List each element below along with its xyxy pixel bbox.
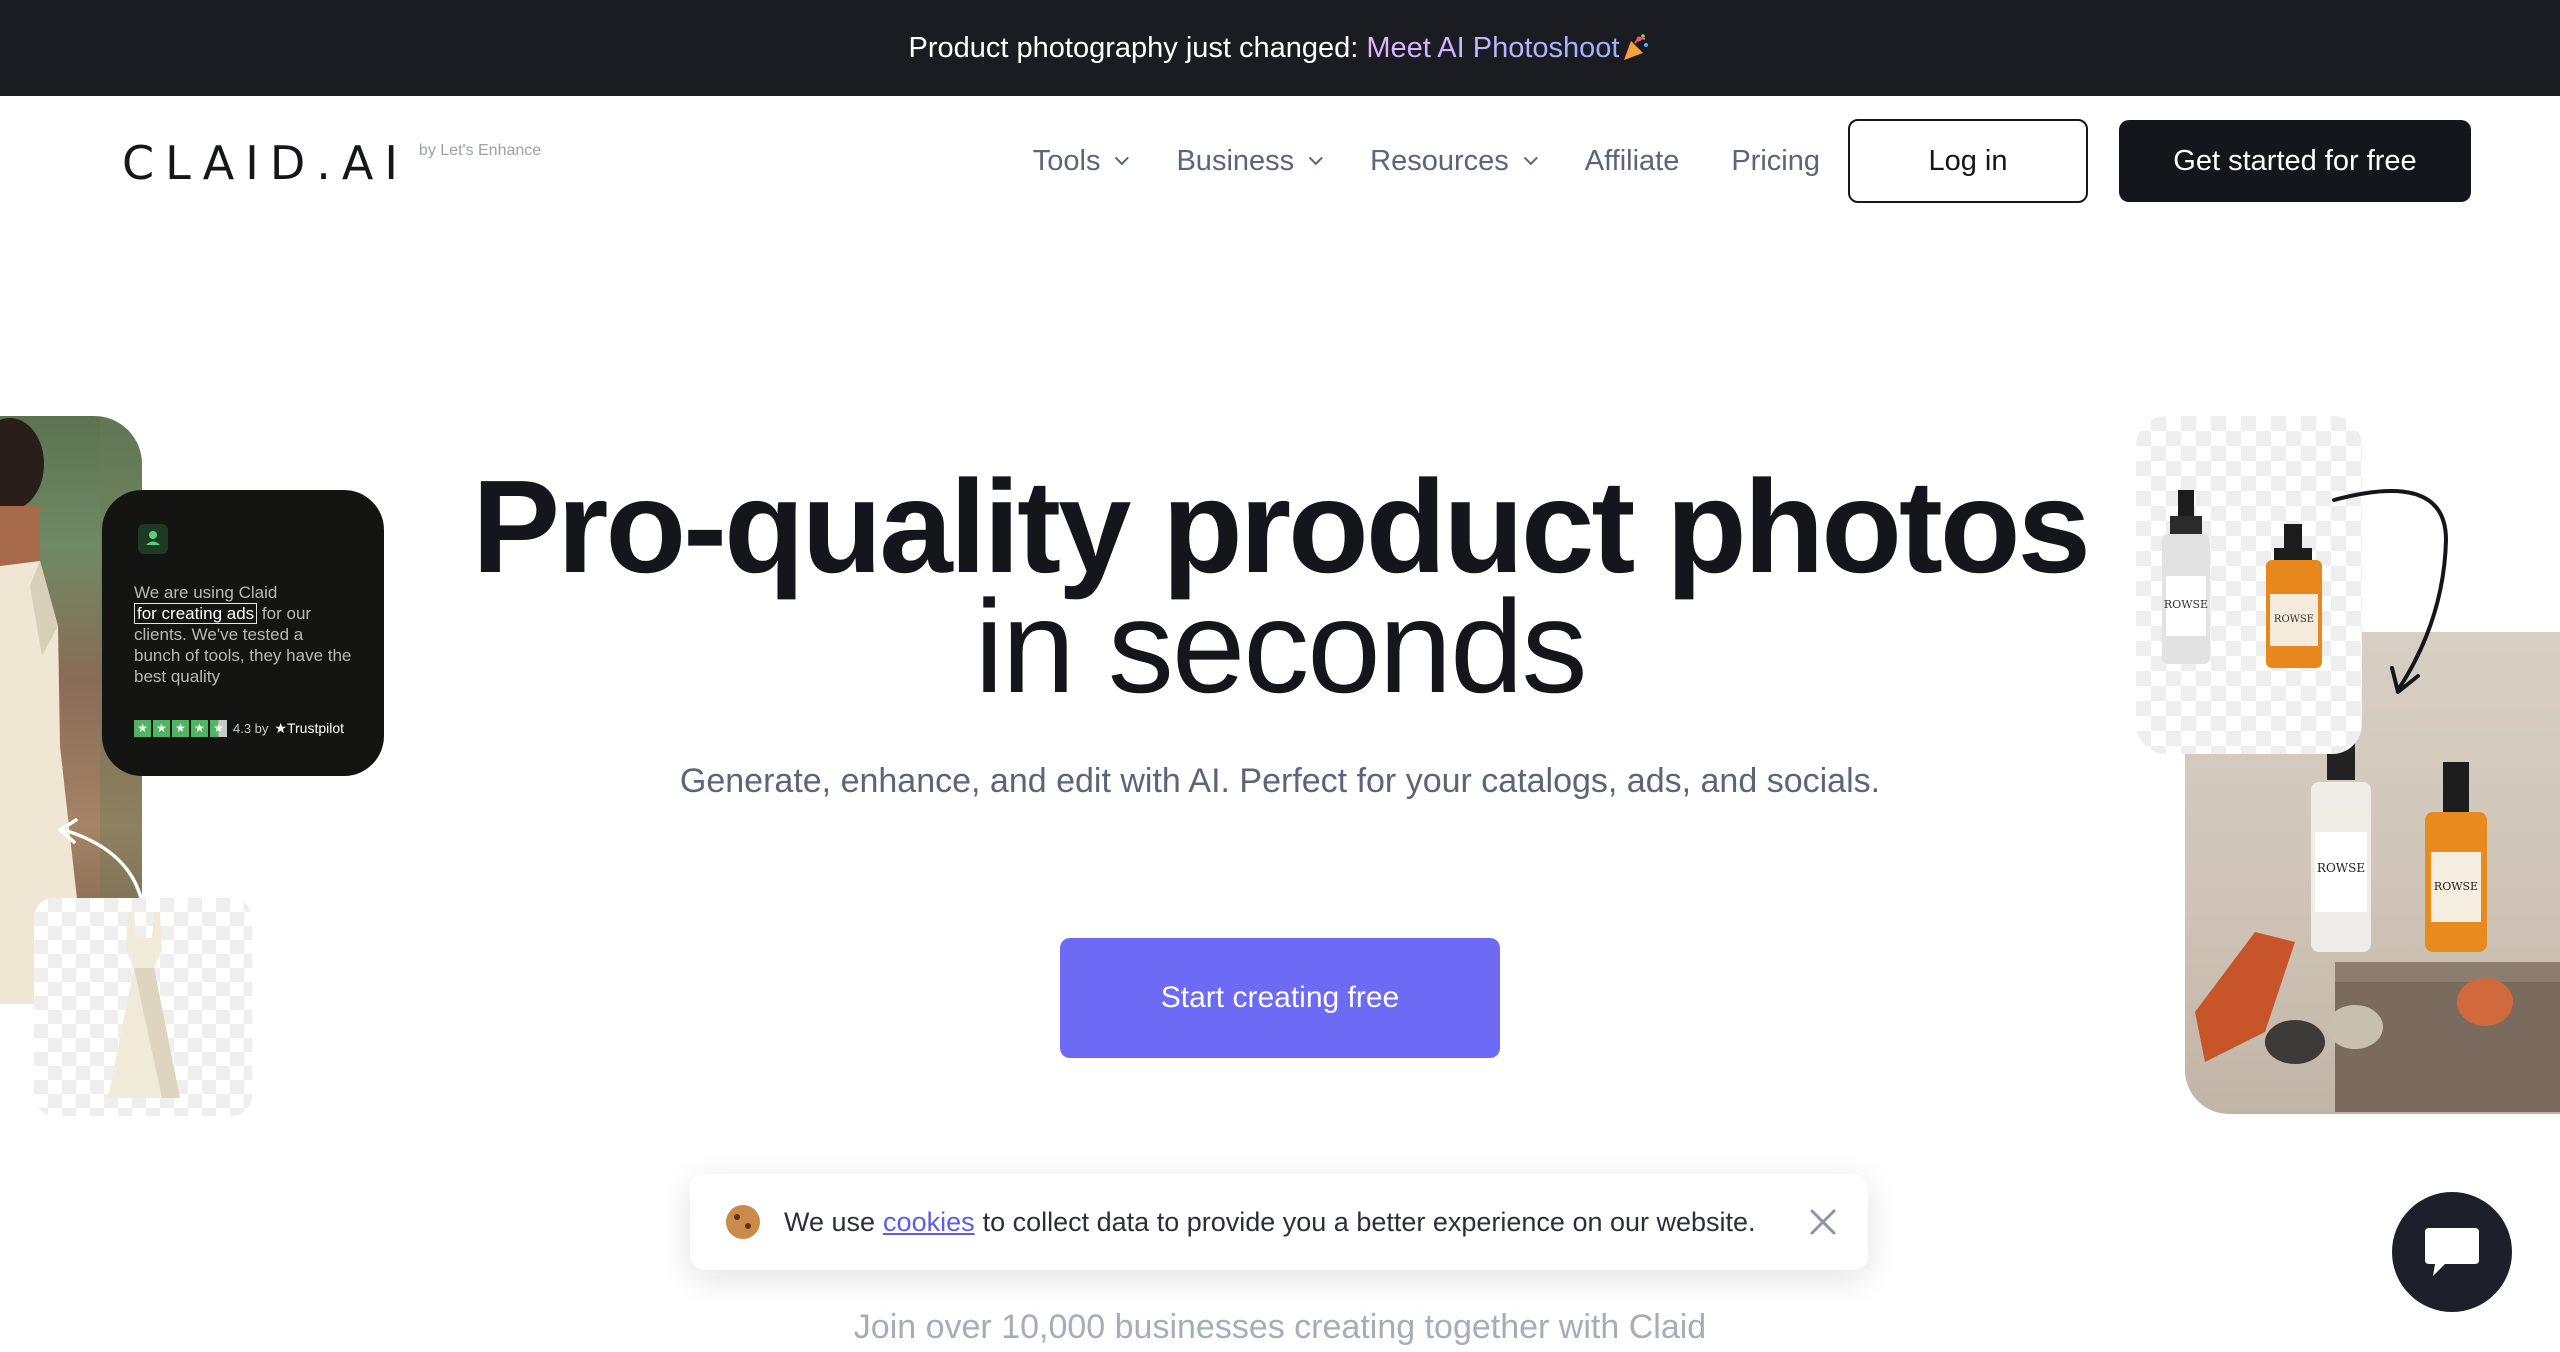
trustpilot-label: Trustpilot <box>286 720 345 736</box>
rating-value: 4.3 by <box>233 721 269 736</box>
nav-label: Tools <box>1032 144 1101 177</box>
nav-item-resources[interactable]: Resources <box>1370 144 1538 178</box>
star-icon: ★ <box>134 720 151 737</box>
nav-item-pricing[interactable]: Pricing <box>1731 145 1820 178</box>
star-icon: ★ <box>172 720 189 737</box>
announcement-text: Product photography just changed: <box>908 31 1359 64</box>
half-star-icon: ★ <box>210 720 227 737</box>
chat-icon <box>2425 1228 2479 1276</box>
dress-cutout-image <box>34 898 252 1116</box>
chevron-down-icon <box>1115 151 1130 166</box>
curved-arrow-icon <box>2332 489 2449 694</box>
hero-subtitle: Generate, enhance, and edit with AI. Per… <box>679 762 1881 800</box>
bottle-brand-label: ROWSE <box>2317 861 2365 875</box>
bottle-brand-label: ROWSE <box>2434 880 2478 893</box>
nav-label: Affiliate <box>1584 144 1680 177</box>
rating-row: ★ ★ ★ ★ ★ 4.3 by ★Trustpilot <box>134 720 344 737</box>
main-nav: Tools Business Resources Affiliate Prici… <box>1033 96 1820 226</box>
login-button[interactable]: Log in <box>1848 119 2088 203</box>
get-started-button[interactable]: Get started for free <box>2119 120 2471 202</box>
nav-item-tools[interactable]: Tools <box>1032 144 1130 178</box>
announcement-bar[interactable]: Product photography just changed: Meet A… <box>0 0 2560 96</box>
star-icon: ★ <box>191 720 208 737</box>
cookies-link[interactable]: cookies <box>883 1207 975 1238</box>
nav-label: Pricing <box>1731 144 1820 177</box>
logo-wordmark: CLAID.AI <box>122 136 409 190</box>
announcement-link[interactable]: Meet AI Photoshoot <box>1366 32 1619 65</box>
bottle-brand-label: ROWSE <box>2164 598 2208 611</box>
star-icon: ★ <box>153 720 170 737</box>
chevron-down-icon <box>1308 151 1324 166</box>
chevron-down-icon <box>1523 151 1538 166</box>
nav-label: Resources <box>1370 144 1509 177</box>
cookie-text-end: to collect data to provide you a better … <box>982 1206 1756 1237</box>
cookie-icon <box>726 1205 760 1239</box>
cookie-text-start: We use <box>784 1206 876 1237</box>
chat-button[interactable] <box>2392 1192 2512 1312</box>
logo[interactable]: CLAID.AI by Let's Enhance <box>122 136 541 190</box>
start-creating-button[interactable]: Start creating free <box>1060 938 1500 1058</box>
nav-label: Business <box>1176 144 1295 177</box>
bottle-brand-label: ROWSE <box>2274 614 2314 625</box>
nav-item-affiliate[interactable]: Affiliate <box>1585 145 1680 178</box>
join-text: Join over 10,000 businesses creating tog… <box>853 1308 1707 1346</box>
party-popper-icon <box>1621 33 1651 63</box>
nav-item-business[interactable]: Business <box>1176 144 1324 178</box>
close-icon[interactable] <box>1808 1207 1838 1237</box>
curved-arrow-icon <box>58 818 144 904</box>
rating-stars: ★ ★ ★ ★ ★ <box>134 720 227 737</box>
logo-subtitle: by Let's Enhance <box>418 142 542 159</box>
trustpilot-logo: ★Trustpilot <box>274 720 345 736</box>
cookie-banner: We use cookies to collect data to provid… <box>690 1174 1868 1270</box>
